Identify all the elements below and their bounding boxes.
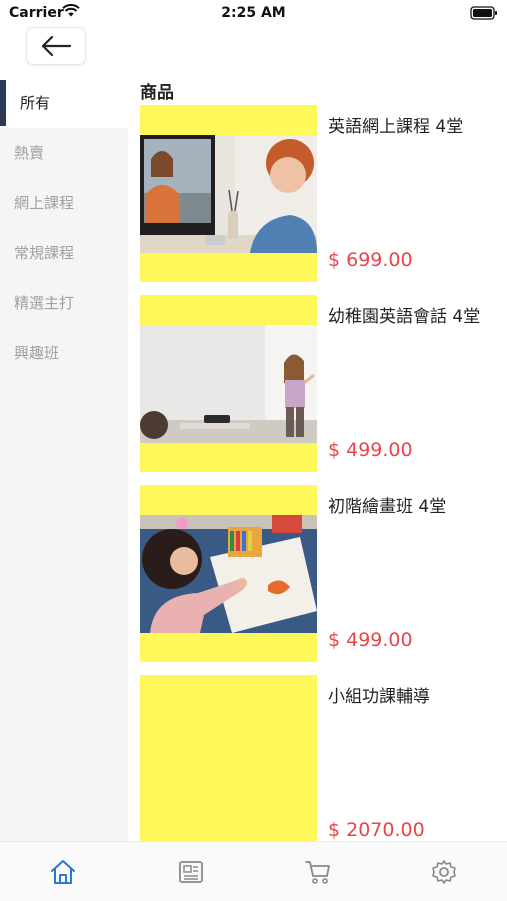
product-price: $ 699.00 [328,249,413,271]
battery-icon [470,6,497,20]
home-icon [51,860,75,884]
product-name: 英語網上課程 4堂 [328,117,464,137]
product-card[interactable]: 英語網上課程 4堂 $ 699.00 [140,105,507,295]
sidebar-item-interest-class[interactable]: 興趣班 [0,328,128,378]
sidebar-item-label: 興趣班 [14,344,60,362]
product-card[interactable]: 小組功課輔導 $ 2070.00 [140,675,507,842]
tab-settings[interactable] [428,856,460,888]
tab-news[interactable] [175,856,207,888]
category-sidebar: 所有 熱賣 網上課程 常規課程 精選主打 興趣班 [0,78,128,842]
kindergarten-english-photo [140,325,317,443]
sidebar-item-hot[interactable]: 熱賣 [0,128,128,178]
product-price: $ 499.00 [328,439,413,461]
sidebar-item-label: 常規課程 [14,244,75,262]
product-card[interactable]: 初階繪畫班 4堂 $ 499.00 [140,485,507,675]
product-image [140,485,317,662]
online-lesson-photo [140,135,317,253]
section-title: 商品 [140,83,174,103]
product-image [140,295,317,472]
product-name: 幼稚園英語會話 4堂 [328,307,481,327]
drawing-class-photo [140,515,317,633]
status-bar: Carrier 2:25 AM [0,0,507,28]
product-price: $ 2070.00 [328,819,425,841]
product-card[interactable]: 幼稚園英語會話 4堂 $ 499.00 [140,295,507,485]
product-list: 英語網上課程 4堂 $ 699.00 幼稚園英語會話 4堂 $ 499.00 初… [140,105,507,842]
sidebar-item-featured[interactable]: 精選主打 [0,278,128,328]
sidebar-item-online-courses[interactable]: 網上課程 [0,178,128,228]
product-image [140,105,317,282]
product-price: $ 499.00 [328,629,413,651]
sidebar-item-all[interactable]: 所有 [0,78,128,128]
back-button[interactable] [26,27,86,65]
product-name: 小組功課輔導 [328,687,430,707]
settings-icon [432,860,456,884]
tab-bar [0,841,507,901]
cart-icon [305,861,330,884]
arrow-left-icon [41,35,72,57]
sidebar-item-label: 熱賣 [14,144,45,162]
tab-home[interactable] [47,856,79,888]
sidebar-item-label: 所有 [20,94,51,112]
product-image-placeholder [140,675,317,842]
sidebar-item-label: 網上課程 [14,194,75,212]
clock: 2:25 AM [221,5,286,21]
news-icon [179,861,203,883]
product-name: 初階繪畫班 4堂 [328,497,447,517]
sidebar-item-label: 精選主打 [14,294,75,312]
tab-cart[interactable] [302,856,334,888]
sidebar-item-regular-courses[interactable]: 常規課程 [0,228,128,278]
